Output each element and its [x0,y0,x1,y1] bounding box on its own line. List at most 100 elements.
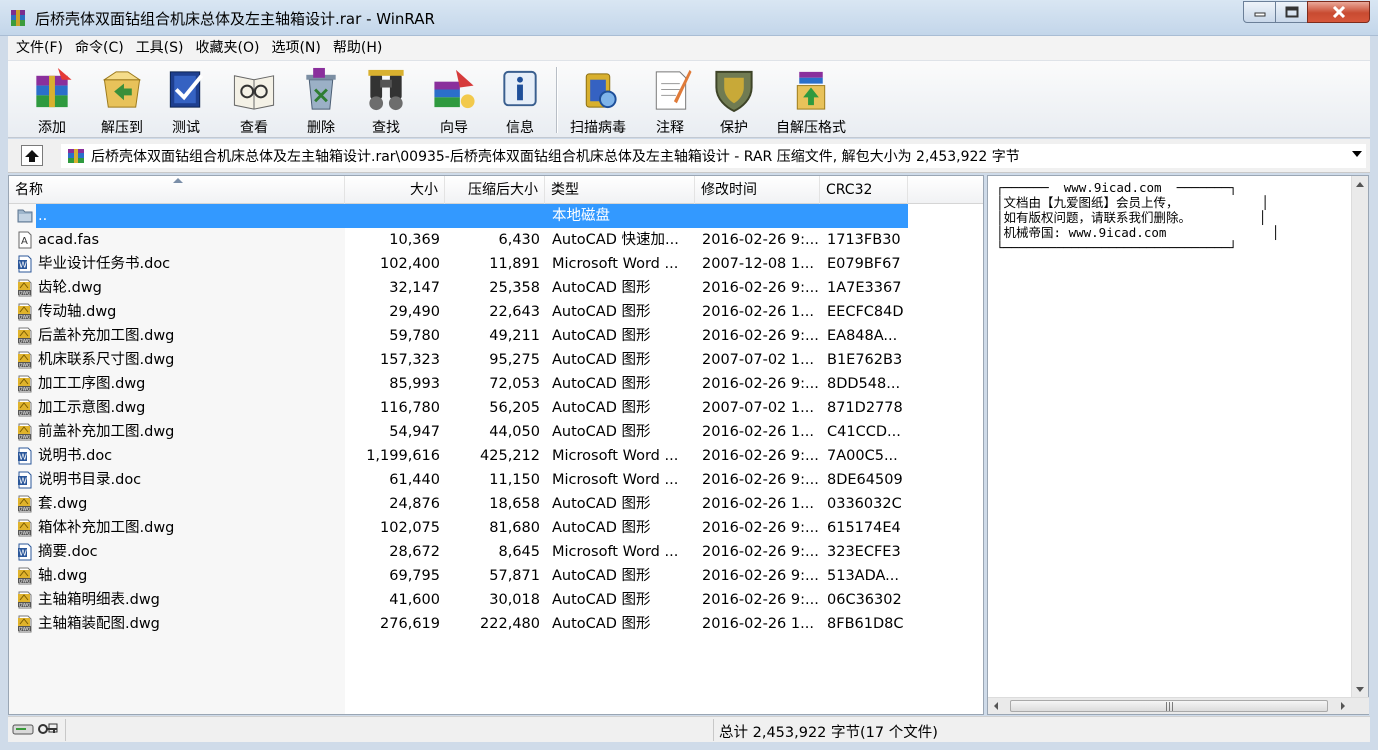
file-modified: 2016-02-26 9:... [702,232,819,248]
table-row[interactable]: W 说明书目录.doc 61,440 11,150 Microsoft Word ...… [9,468,983,492]
file-modified: 2016-02-26 9:... [702,328,819,344]
file-crc: 8FB61D8C [827,616,904,632]
word-doc-icon: W [16,543,34,561]
scroll-down-arrow-icon[interactable] [1356,687,1364,692]
delete-button[interactable]: 删除 [293,63,349,137]
file-name: 说明书.doc [38,448,113,464]
table-row[interactable]: Aacad.fas 10,369 6,430 AutoCAD 快速加... 2016-0… [9,228,983,252]
maximize-icon [1285,6,1298,18]
file-crc: 615174E4 [827,520,901,536]
find-button[interactable]: 查找 [358,63,414,137]
table-row[interactable]: W 毕业设计任务书.doc 102,400 11,891 Microsoft Word … [9,252,983,276]
comment-horizontal-scrollbar[interactable]: ||| [988,697,1369,714]
svg-text:DWG: DWG [19,315,31,321]
file-type: AutoCAD 图形 [552,304,651,320]
file-name: acad.fas [38,232,100,248]
column-header-modified[interactable]: 修改时间 [695,176,820,204]
menu-options[interactable]: 选项(N) [265,36,326,60]
table-row[interactable]: DWG 主轴箱明细表.dwg 41,600 30,018 AutoCAD 图形 2016-… [9,588,983,612]
table-row[interactable]: DWG 加工工序图.dwg 85,993 72,053 AutoCAD 图形 2016-0… [9,372,983,396]
archive-comment: ┌────── www.9icad.com ───────┐ │文档由【九爱图纸… [996,180,1280,255]
scroll-right-arrow-icon[interactable] [1341,702,1345,710]
file-crc: C41CCD... [827,424,901,440]
drive-icon[interactable] [12,722,34,736]
column-header-size[interactable]: 大小 [345,176,445,204]
table-row[interactable]: W 摘要.doc 28,672 8,645 Microsoft Word ... 2016… [9,540,983,564]
file-crc [827,204,911,228]
virus-scan-icon [585,73,617,109]
extract-to-button[interactable]: 解压到 [90,63,154,137]
file-modified: 2016-02-26 9:... [702,448,819,464]
view-button[interactable]: 查看 [226,63,282,137]
info-icon [503,70,537,107]
close-button[interactable] [1307,1,1370,23]
minimize-icon [1254,12,1265,17]
svg-text:DWG: DWG [19,411,31,417]
sfx-icon [796,71,826,110]
svg-text:W: W [19,261,27,270]
menu-file[interactable]: 文件(F) [10,36,69,60]
up-folder-button[interactable] [21,145,43,166]
file-packed-size: 425,212 [480,448,540,464]
word-doc-icon: W [16,255,34,273]
menu-help[interactable]: 帮助(H) [327,36,388,60]
key-icon[interactable] [37,722,59,736]
address-dropdown-icon[interactable] [1352,151,1362,157]
delete-icon [306,67,336,110]
grip-icon: ||| [1165,702,1175,712]
menu-favorites[interactable]: 收藏夹(O) [190,36,266,60]
file-crc: E079BF67 [827,256,901,272]
file-modified: 2016-02-26 9:... [702,472,819,488]
table-row[interactable]: DWG 轴.dwg 69,795 57,871 AutoCAD 图形 2016-02-26… [9,564,983,588]
comment-icon [655,69,692,110]
table-row[interactable]: DWG 后盖补充加工图.dwg 59,780 49,211 AutoCAD 图形 2016… [9,324,983,348]
dwg-file-icon: DWG [16,399,34,417]
menu-commands[interactable]: 命令(C) [69,36,130,60]
test-button[interactable]: 测试 [158,63,214,137]
scroll-up-arrow-icon[interactable] [1356,182,1364,187]
sfx-button[interactable]: 自解压格式 [770,63,852,137]
parent-folder-row[interactable]: .. 本地磁盘 [9,204,983,228]
file-modified: 2016-02-26 9:... [702,280,819,296]
table-row[interactable]: DWG 加工示意图.dwg 116,780 56,205 AutoCAD 图形 2007-… [9,396,983,420]
table-row[interactable]: DWG 套.dwg 24,876 18,658 AutoCAD 图形 2016-02-26… [9,492,983,516]
comment-vertical-scrollbar[interactable] [1351,176,1368,698]
file-size: 59,780 [389,328,440,344]
protect-button[interactable]: 保护 [706,63,762,137]
file-type: AutoCAD 图形 [552,592,651,608]
file-type: AutoCAD 图形 [552,424,651,440]
protect-icon [715,70,753,113]
menu-tools[interactable]: 工具(S) [130,36,190,60]
add-button[interactable]: 添加 [20,63,84,137]
column-header-crc[interactable]: CRC32 [820,176,908,204]
file-packed-size: 6,430 [498,232,540,248]
table-row[interactable]: DWG 主轴箱装配图.dwg 276,619 222,480 AutoCAD 图形 201… [9,612,983,636]
virus-scan-button[interactable]: 扫描病毒 [564,63,632,137]
file-type: Microsoft Word ... [552,544,679,560]
table-row[interactable]: W 说明书.doc 1,199,616 425,212 Microsoft Word .… [9,444,983,468]
minimize-button[interactable] [1243,1,1276,23]
horizontal-scroll-thumb[interactable]: ||| [1010,700,1328,712]
status-separator [713,719,714,741]
table-row[interactable]: DWG 齿轮.dwg 32,147 25,358 AutoCAD 图形 2016-02-2… [9,276,983,300]
comment-button[interactable]: 注释 [642,63,698,137]
column-headers: 名称 大小 压缩后大小 类型 修改时间 CRC32 [9,176,983,204]
table-row[interactable]: DWG 机床联系尺寸图.dwg 157,323 95,275 AutoCAD 图形 200… [9,348,983,372]
info-button[interactable]: 信息 [492,63,548,137]
table-row[interactable]: DWG 前盖补充加工图.dwg 54,947 44,050 AutoCAD 图形 2016… [9,420,983,444]
wizard-button[interactable]: 向导 [422,63,486,137]
svg-text:W: W [19,453,27,462]
file-type: AutoCAD 图形 [552,568,651,584]
svg-text:DWG: DWG [19,579,31,585]
address-path-field[interactable]: 后桥壳体双面钻组合机床总体及左主轴箱设计.rar\00935-后桥壳体双面钻组合… [61,144,1366,168]
column-header-packed[interactable]: 压缩后大小 [445,176,545,204]
scroll-left-arrow-icon[interactable] [994,702,998,710]
table-row[interactable]: DWG 传动轴.dwg 29,490 22,643 AutoCAD 图形 2016-02-… [9,300,983,324]
address-bar: 后桥壳体双面钻组合机床总体及左主轴箱设计.rar\00935-后桥壳体双面钻组合… [8,139,1370,173]
maximize-button[interactable] [1275,1,1308,23]
svg-text:DWG: DWG [19,339,31,345]
file-size: 41,600 [389,592,440,608]
table-row[interactable]: DWG 箱体补充加工图.dwg 102,075 81,680 AutoCAD 图形 201… [9,516,983,540]
column-header-type[interactable]: 类型 [545,176,695,204]
file-type: Microsoft Word ... [552,472,679,488]
